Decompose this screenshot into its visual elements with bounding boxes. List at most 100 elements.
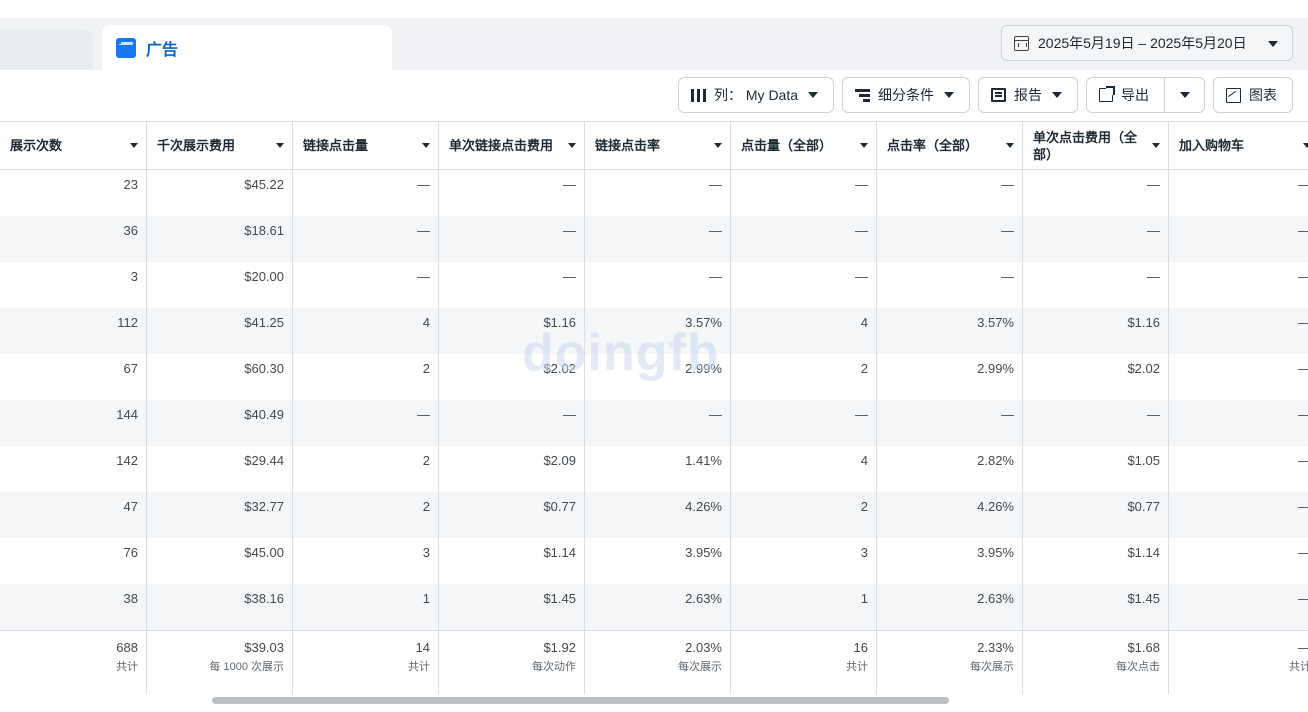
tab-campaigns[interactable] xyxy=(0,30,93,70)
column-header[interactable]: 点击率（全部） xyxy=(877,122,1023,169)
date-range-label: 2025年5月19日 – 2025年5月20日 xyxy=(1038,35,1247,51)
table-cell: 4.26% xyxy=(585,492,731,538)
table-cell: — xyxy=(877,400,1023,446)
column-header[interactable]: 链接点击量 xyxy=(293,122,439,169)
column-header[interactable]: 千次展示费用 xyxy=(147,122,293,169)
table-cell: — xyxy=(1169,354,1308,400)
table-cell: 2 xyxy=(731,492,877,538)
table-row[interactable]: 67$60.302$2.022.99%22.99%$2.02— xyxy=(0,354,1308,400)
sort-caret-icon[interactable] xyxy=(860,143,868,148)
breakdown-label: 细分条件 xyxy=(878,87,934,103)
sort-caret-icon[interactable] xyxy=(130,143,138,148)
table-cell: 1 xyxy=(731,584,877,630)
calendar-icon xyxy=(1014,35,1029,51)
table-cell: $20.00 xyxy=(147,262,293,308)
table-cell: — xyxy=(1023,262,1169,308)
table-cell: $45.22 xyxy=(147,170,293,216)
table-cell: — xyxy=(1169,492,1308,538)
table-cell: $0.77 xyxy=(439,492,585,538)
table-cell: — xyxy=(731,400,877,446)
tab-ads-label: 广告 xyxy=(146,41,179,59)
table-cell: — xyxy=(439,170,585,216)
table-cell: $1.14 xyxy=(1023,538,1169,584)
table-cell: — xyxy=(293,170,439,216)
table-cell: $1.16 xyxy=(439,308,585,354)
table-cell: $1.45 xyxy=(439,584,585,630)
chevron-down-icon xyxy=(808,92,819,98)
table-cell: — xyxy=(1169,584,1308,630)
report-button[interactable]: 报告 xyxy=(978,77,1078,113)
export-dropdown-button[interactable] xyxy=(1164,77,1205,113)
report-label: 报告 xyxy=(1014,87,1042,103)
table-cell: — xyxy=(731,216,877,262)
table-row[interactable]: 112$41.254$1.163.57%43.57%$1.16— xyxy=(0,308,1308,354)
table-cell: 1.41% xyxy=(585,446,731,492)
chart-button[interactable]: 图表 xyxy=(1213,77,1293,113)
table-row[interactable]: 76$45.003$1.143.95%33.95%$1.14— xyxy=(0,538,1308,584)
column-header-label: 展示次数 xyxy=(10,138,63,153)
column-header[interactable]: 点击量（全部） xyxy=(731,122,877,169)
table-cell: $1.16 xyxy=(1023,308,1169,354)
table-row[interactable]: 142$29.442$2.091.41%42.82%$1.05— xyxy=(0,446,1308,492)
sort-caret-icon[interactable] xyxy=(568,143,576,148)
table-row[interactable]: 36$18.61——————— xyxy=(0,216,1308,262)
chevron-down-icon xyxy=(1179,92,1190,98)
table-cell: 2 xyxy=(293,446,439,492)
totals-caption: 每次点击 xyxy=(1116,661,1160,673)
column-header[interactable]: 展示次数 xyxy=(0,122,147,169)
table-cell: $2.02 xyxy=(1023,354,1169,400)
table-cell: — xyxy=(293,216,439,262)
table-cell: — xyxy=(1169,216,1308,262)
sort-caret-icon[interactable] xyxy=(1006,143,1014,148)
table-cell: $38.16 xyxy=(147,584,293,630)
table-row[interactable]: 23$45.22——————— xyxy=(0,170,1308,216)
export-label: 导出 xyxy=(1121,87,1149,103)
export-button[interactable]: 导出 xyxy=(1086,77,1165,113)
table-row[interactable]: 3$20.00——————— xyxy=(0,262,1308,308)
horizontal-scrollbar-thumb[interactable] xyxy=(212,697,949,704)
chart-icon xyxy=(1226,87,1241,103)
totals-cell: 2.33% 每次展示 xyxy=(877,631,1023,694)
totals-value: $39.03 xyxy=(244,640,284,655)
column-header[interactable]: 单次点击费用（全部） xyxy=(1023,122,1169,169)
chevron-down-icon xyxy=(1052,92,1062,98)
totals-caption: 共计 xyxy=(846,661,868,673)
table-cell: $1.45 xyxy=(1023,584,1169,630)
data-table: 展示次数 千次展示费用 链接点击量 单次链接点击费用 链接点击率 点击量（全部） 点击率（全… xyxy=(0,121,1308,694)
table-cell: $45.00 xyxy=(147,538,293,584)
table-row[interactable]: 38$38.161$1.452.63%12.63%$1.45— xyxy=(0,584,1308,630)
column-header[interactable]: 加入购物车 xyxy=(1169,122,1308,169)
table-cell: $32.77 xyxy=(147,492,293,538)
sort-caret-icon[interactable] xyxy=(276,143,284,148)
column-header[interactable]: 单次链接点击费用 xyxy=(439,122,585,169)
sort-caret-icon[interactable] xyxy=(1152,143,1160,148)
table-cell: 144 xyxy=(0,400,147,446)
table-cell: — xyxy=(1169,446,1308,492)
table-cell: $2.09 xyxy=(439,446,585,492)
column-header[interactable]: 链接点击率 xyxy=(585,122,731,169)
sort-caret-icon[interactable] xyxy=(1303,143,1308,148)
breakdown-icon xyxy=(855,88,870,102)
table-cell: — xyxy=(439,216,585,262)
table-cell: — xyxy=(1023,216,1169,262)
table-row[interactable]: 144$40.49——————— xyxy=(0,400,1308,446)
totals-value: — xyxy=(1298,640,1308,655)
table-cell: 2.63% xyxy=(585,584,731,630)
sort-caret-icon[interactable] xyxy=(714,143,722,148)
breakdown-button[interactable]: 细分条件 xyxy=(842,77,970,113)
table-cell: — xyxy=(585,262,731,308)
tab-ads[interactable]: 广告 xyxy=(102,25,392,70)
table-cell: 2.82% xyxy=(877,446,1023,492)
columns-button[interactable]: 列： My Data xyxy=(678,77,834,113)
table-cell: — xyxy=(1169,170,1308,216)
totals-caption: 每次展示 xyxy=(678,661,722,673)
table-cell: 4 xyxy=(731,446,877,492)
table-row[interactable]: 47$32.772$0.774.26%24.26%$0.77— xyxy=(0,492,1308,538)
table-body: 23$45.22———————36$18.61———————3$20.00———… xyxy=(0,170,1308,630)
date-range-picker[interactable]: 2025年5月19日 – 2025年5月20日 xyxy=(1001,25,1293,61)
table-cell: — xyxy=(439,400,585,446)
totals-value: 16 xyxy=(853,640,868,655)
sort-caret-icon[interactable] xyxy=(422,143,430,148)
table-cell: — xyxy=(1169,400,1308,446)
table-cell: 3.57% xyxy=(877,308,1023,354)
